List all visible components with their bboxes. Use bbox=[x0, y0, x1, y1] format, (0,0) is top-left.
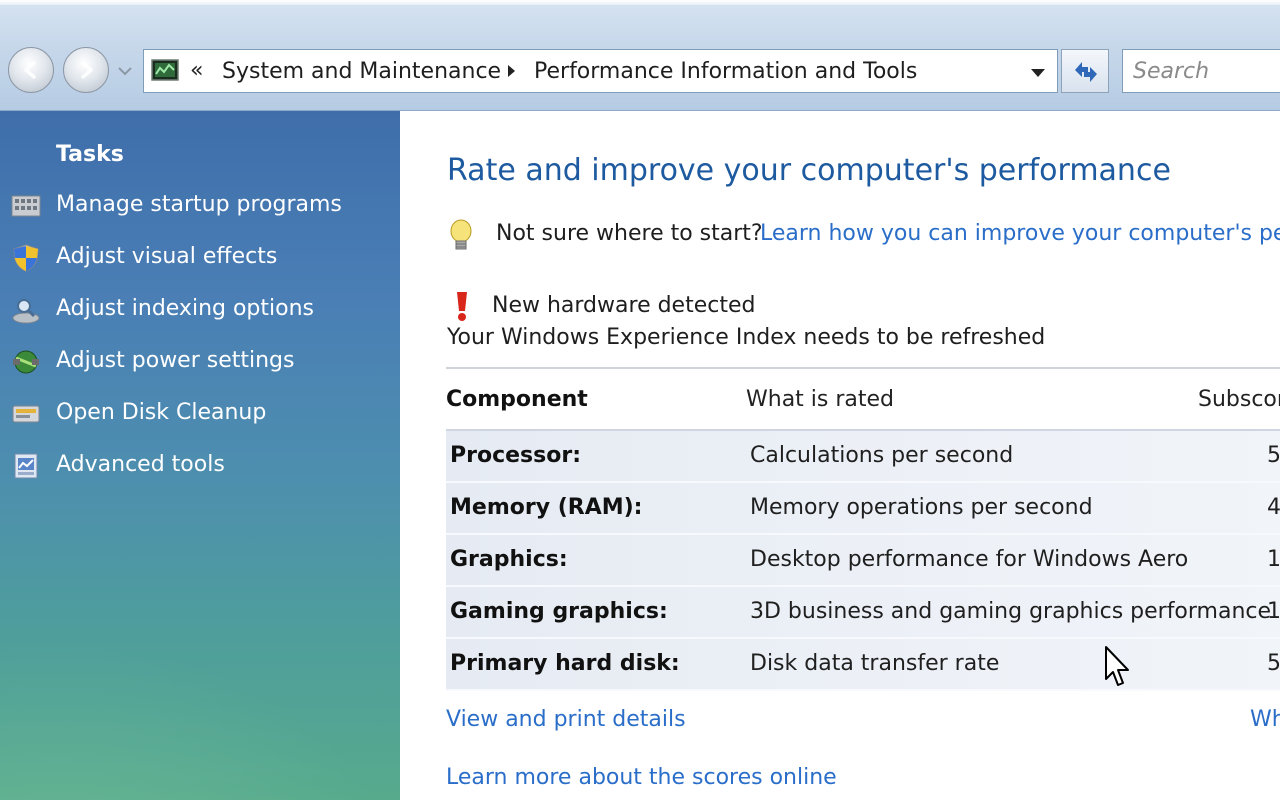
back-arrow-icon bbox=[24, 61, 36, 79]
table-row: Primary hard disk: Disk data transfer ra… bbox=[446, 639, 1280, 691]
score-table: Component What is rated Subscor Processo… bbox=[446, 367, 1280, 691]
control-panel-icon bbox=[151, 59, 179, 81]
alert-message: Your Windows Experience Index needs to b… bbox=[447, 325, 1046, 350]
what-link[interactable]: Wh bbox=[1250, 707, 1280, 732]
breadcrumb-performance-tools[interactable]: Performance Information and Tools bbox=[534, 59, 917, 85]
task-label: Adjust indexing options bbox=[56, 296, 314, 321]
task-adjust-indexing-options[interactable]: Adjust indexing options bbox=[10, 292, 390, 326]
task-advanced-tools[interactable]: Advanced tools bbox=[10, 448, 390, 482]
column-header-what-is-rated: What is rated bbox=[746, 387, 895, 412]
task-label: Manage startup programs bbox=[56, 192, 342, 217]
title-strip bbox=[0, 0, 1280, 5]
back-button[interactable] bbox=[8, 47, 54, 93]
rated-description: Memory operations per second bbox=[750, 495, 1093, 520]
subscore-value: 1 bbox=[1267, 599, 1280, 624]
task-label: Open Disk Cleanup bbox=[56, 400, 267, 425]
address-dropdown-icon[interactable] bbox=[1030, 68, 1046, 78]
task-pane: Tasks Manage startup programs Adjust vis… bbox=[0, 111, 400, 800]
column-header-subscore: Subscor bbox=[1198, 387, 1280, 412]
exclamation-icon bbox=[457, 292, 467, 321]
task-label: Adjust visual effects bbox=[56, 244, 278, 269]
table-row: Gaming graphics: 3D business and gaming … bbox=[446, 587, 1280, 639]
tip-text: Not sure where to start? bbox=[496, 221, 763, 246]
table-header: Component What is rated Subscor bbox=[446, 369, 1280, 429]
refresh-icon bbox=[1075, 62, 1097, 82]
rated-description: Calculations per second bbox=[750, 443, 1014, 468]
rated-description: 3D business and gaming graphics performa… bbox=[750, 599, 1272, 624]
tasks-heading: Tasks bbox=[56, 142, 124, 167]
forward-arrow-icon bbox=[81, 61, 93, 79]
disk-cleanup-icon bbox=[12, 405, 40, 423]
task-adjust-visual-effects[interactable]: Adjust visual effects bbox=[10, 240, 390, 274]
startup-programs-icon bbox=[11, 195, 41, 217]
task-label: Advanced tools bbox=[56, 452, 225, 477]
power-icon bbox=[13, 350, 39, 374]
recent-pages-dropdown-icon[interactable] bbox=[118, 66, 132, 76]
task-manage-startup-programs[interactable]: Manage startup programs bbox=[10, 188, 390, 222]
breadcrumb-overflow[interactable]: « bbox=[190, 58, 203, 84]
task-adjust-power-settings[interactable]: Adjust power settings bbox=[10, 344, 390, 378]
page-title: Rate and improve your computer's perform… bbox=[447, 153, 1171, 188]
mouse-cursor-icon bbox=[1105, 646, 1129, 686]
alert-title: New hardware detected bbox=[492, 293, 756, 318]
shield-icon bbox=[13, 244, 39, 272]
task-open-disk-cleanup[interactable]: Open Disk Cleanup bbox=[10, 396, 390, 430]
table-body: Processor: Calculations per second 5 Mem… bbox=[446, 429, 1280, 691]
table-row: Processor: Calculations per second 5 bbox=[446, 431, 1280, 483]
search-input[interactable]: Search bbox=[1122, 49, 1280, 93]
improve-performance-link[interactable]: Learn how you can improve your computer'… bbox=[760, 221, 1280, 246]
indexing-icon bbox=[12, 299, 40, 324]
breadcrumb-separator-icon[interactable] bbox=[506, 64, 516, 78]
column-header-component: Component bbox=[446, 387, 588, 412]
rated-description: Disk data transfer rate bbox=[750, 651, 1000, 676]
subscore-value: 5 bbox=[1267, 651, 1280, 676]
navigation-bar: « System and Maintenance Performance Inf… bbox=[0, 0, 1280, 111]
table-row: Memory (RAM): Memory operations per seco… bbox=[446, 483, 1280, 535]
breadcrumb-system-and-maintenance[interactable]: System and Maintenance bbox=[222, 59, 501, 85]
main-content: Rate and improve your computer's perform… bbox=[400, 111, 1280, 800]
view-print-details-link[interactable]: View and print details bbox=[446, 707, 686, 732]
forward-button[interactable] bbox=[63, 47, 109, 93]
address-bar[interactable]: « System and Maintenance Performance Inf… bbox=[143, 49, 1058, 93]
component-name: Primary hard disk: bbox=[450, 651, 680, 676]
component-name: Processor: bbox=[450, 443, 582, 468]
subscore-value: 5 bbox=[1267, 443, 1280, 468]
advanced-tools-icon bbox=[14, 453, 38, 479]
component-name: Gaming graphics: bbox=[450, 599, 668, 624]
subscore-value: 1 bbox=[1267, 547, 1280, 572]
lightbulb-icon bbox=[450, 219, 472, 250]
component-name: Graphics: bbox=[450, 547, 568, 572]
rated-description: Desktop performance for Windows Aero bbox=[750, 547, 1189, 572]
component-name: Memory (RAM): bbox=[450, 495, 643, 520]
subscore-value: 4 bbox=[1267, 495, 1280, 520]
learn-more-scores-link[interactable]: Learn more about the scores online bbox=[446, 765, 837, 790]
search-placeholder: Search bbox=[1133, 59, 1210, 84]
refresh-button[interactable] bbox=[1061, 49, 1109, 93]
task-label: Adjust power settings bbox=[56, 348, 295, 373]
table-row: Graphics: Desktop performance for Window… bbox=[446, 535, 1280, 587]
